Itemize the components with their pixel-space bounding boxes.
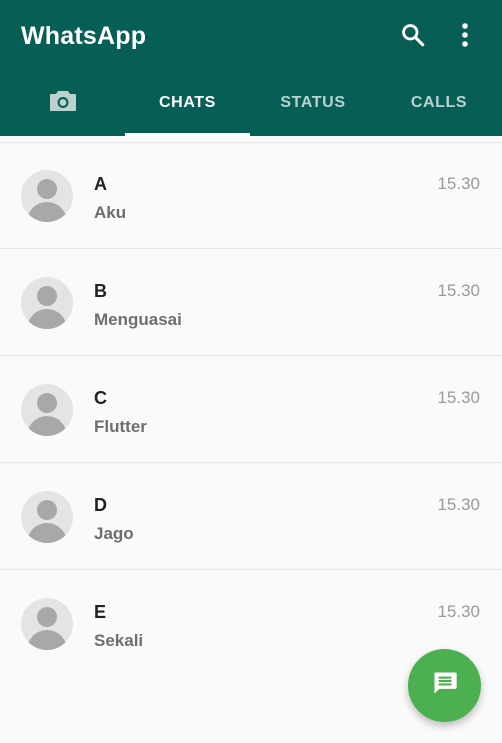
chat-last-message: Menguasai [94,310,182,329]
avatar [21,384,73,436]
header-actions [398,22,480,52]
search-button[interactable] [398,22,428,52]
tab-calls[interactable]: CALLS [376,70,502,136]
more-options-button[interactable] [450,22,480,52]
avatar [21,598,73,650]
chat-list-item[interactable]: C Flutter 15.30 [0,356,502,463]
tab-calls-label: CALLS [410,94,468,111]
tab-status-label: STATUS [280,94,346,111]
tab-bar: CHATS STATUS CALLS [0,70,502,136]
chat-list-item[interactable]: A Aku 15.30 [0,142,502,249]
app-bar: WhatsApp CHATS STATUS CALLS [0,0,502,136]
chat-list: A Aku 15.30 B Menguasai 15.30 C Flutter … [0,142,502,677]
tab-chats[interactable]: CHATS [125,70,250,136]
chat-time: 15.30 [437,388,480,407]
tab-indicator [125,133,250,136]
person-icon [37,500,57,520]
chat-time: 15.30 [437,174,480,193]
chat-name: E [94,602,107,622]
message-icon [431,669,459,702]
person-icon [37,607,57,627]
chat-last-message: Jago [94,524,134,543]
chat-name: A [94,174,107,194]
avatar [21,491,73,543]
chat-name: D [94,495,107,515]
chat-last-message: Aku [94,203,127,222]
chat-name: B [94,281,107,301]
tab-chats-label: CHATS [159,94,216,111]
tab-status[interactable]: STATUS [250,70,376,136]
camera-icon [49,89,77,118]
chat-list-item[interactable]: D Jago 15.30 [0,463,502,570]
more-vert-icon [460,22,470,53]
chat-list-item[interactable]: B Menguasai 15.30 [0,249,502,356]
search-icon [400,22,426,53]
person-icon [37,393,57,413]
person-icon [37,286,57,306]
avatar [21,170,73,222]
person-icon [37,179,57,199]
whatsapp-app: WhatsApp CHATS STATUS CALLS A Aku 15.30 … [0,0,502,743]
chat-last-message: Flutter [94,417,147,436]
chat-time: 15.30 [437,495,480,514]
app-title: WhatsApp [21,22,147,50]
new-chat-fab[interactable] [408,649,481,722]
chat-time: 15.30 [437,602,480,621]
chat-name: C [94,388,107,408]
chat-last-message: Sekali [94,631,144,650]
avatar [21,277,73,329]
tab-camera[interactable] [0,70,125,136]
chat-time: 15.30 [437,281,480,300]
